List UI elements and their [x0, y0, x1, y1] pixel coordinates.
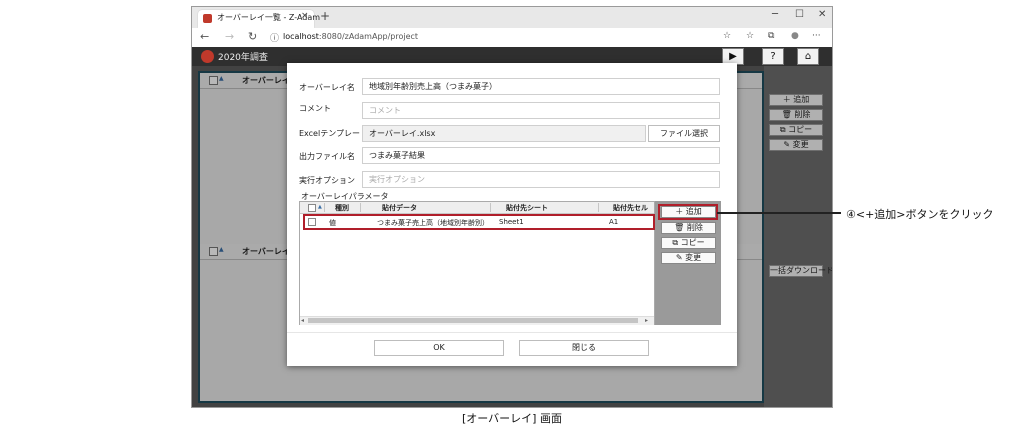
comment-input[interactable]: コメント [362, 102, 720, 119]
params-grid: ▲ 種別 貼付データ 貼付先シート 貼付先セル 値 つまみ菓子売上高（地域別年齢… [299, 201, 655, 325]
params-select-all-checkbox[interactable] [308, 204, 316, 212]
row-highlight-box [303, 214, 655, 230]
help-button[interactable]: ? [762, 48, 784, 65]
more-icon[interactable]: ··· [812, 31, 821, 41]
scrollbar-thumb[interactable] [308, 318, 638, 323]
add-button-highlight-box [658, 204, 718, 220]
excel-template-input[interactable]: オーバーレイ.xlsx [362, 125, 646, 142]
ok-button[interactable]: OK [374, 340, 504, 356]
browser-tab[interactable]: オーバーレイ一覧 - Z-Adam × [198, 10, 320, 28]
column-divider [490, 203, 491, 212]
minimize-icon[interactable]: ─ [772, 9, 778, 20]
url-host: localhost [283, 32, 319, 41]
close-button[interactable]: 閉じる [519, 340, 649, 356]
horizontal-scrollbar[interactable]: ◂ ▸ [300, 316, 654, 325]
overlay-edit-dialog: オーバーレイ名 地域別年齢別売上高（つまみ菓子） コメント コメント Excel… [287, 63, 737, 366]
params-grid-header: ▲ 種別 貼付データ 貼付先シート 貼付先セル [300, 202, 654, 214]
excel-template-label: Excelテンプレート [299, 129, 368, 138]
favorites-icon[interactable]: ☆ [746, 31, 754, 41]
column-divider [360, 203, 361, 212]
url-text[interactable]: localhost:8080/zAdamApp/project [283, 32, 418, 41]
browser-window: オーバーレイ一覧 - Z-Adam × + ─ ☐ ✕ ← → ↻ ⓘ loca… [191, 6, 833, 408]
comment-label: コメント [299, 104, 331, 113]
back-icon[interactable]: ← [200, 30, 209, 43]
app-logo-icon [201, 50, 214, 63]
param-copy-button[interactable]: ⧉ コピー [661, 237, 716, 249]
url-path: :8080/zAdamApp/project [318, 32, 419, 41]
home-button[interactable]: ⌂ [797, 48, 819, 65]
callout-text: ④<+追加>ボタンをクリック [846, 208, 994, 221]
param-edit-button[interactable]: ✎ 変更 [661, 252, 716, 264]
close-window-icon[interactable]: ✕ [818, 9, 826, 20]
column-header-data[interactable]: 貼付データ [382, 203, 417, 213]
scroll-left-icon[interactable]: ◂ [301, 317, 304, 324]
maximize-icon[interactable]: ☐ [795, 9, 804, 20]
tab-close-icon[interactable]: × [301, 11, 309, 21]
tab-bar: オーバーレイ一覧 - Z-Adam × + ─ ☐ ✕ [192, 7, 832, 28]
column-header-sheet[interactable]: 貼付先シート [506, 203, 548, 213]
column-divider [598, 203, 599, 212]
exec-option-label: 実行オプション [299, 176, 355, 185]
file-select-button[interactable]: ファイル選択 [648, 125, 720, 142]
overlay-name-label: オーバーレイ名 [299, 83, 355, 92]
project-title: 2020年調査 [218, 53, 268, 63]
output-file-label: 出力ファイル名 [299, 152, 355, 161]
callout-line [717, 212, 841, 214]
column-divider [324, 203, 325, 212]
params-actions-bar: ＋ 追加 🗑 削除 ⧉ コピー ✎ 変更 [655, 201, 721, 325]
column-header-kind[interactable]: 種別 [335, 203, 349, 213]
forward-icon[interactable]: → [225, 30, 234, 43]
address-bar: ← → ↻ ⓘ localhost:8080/zAdamApp/project … [192, 28, 832, 48]
overlay-name-input[interactable]: 地域別年齢別売上高（つまみ菓子） [362, 78, 720, 95]
profile-icon[interactable]: ● [791, 31, 799, 41]
figure-caption: [オーバーレイ] 画面 [462, 412, 562, 425]
new-tab-icon[interactable]: + [320, 9, 330, 23]
refresh-icon[interactable]: ↻ [248, 30, 257, 43]
column-header-cell[interactable]: 貼付先セル [613, 203, 648, 213]
star-icon[interactable]: ☆ [723, 31, 731, 41]
site-info-icon[interactable]: ⓘ [270, 31, 279, 44]
exec-option-input[interactable]: 実行オプション [362, 171, 720, 188]
param-delete-button[interactable]: 🗑 削除 [661, 222, 716, 234]
params-sort-icon[interactable]: ▲ [318, 204, 322, 210]
app-favicon-icon [203, 14, 212, 23]
output-file-input[interactable]: つまみ菓子結果 [362, 147, 720, 164]
collections-icon[interactable]: ⧉ [768, 31, 774, 41]
scroll-right-icon[interactable]: ▸ [645, 317, 648, 324]
dialog-divider [287, 332, 737, 333]
